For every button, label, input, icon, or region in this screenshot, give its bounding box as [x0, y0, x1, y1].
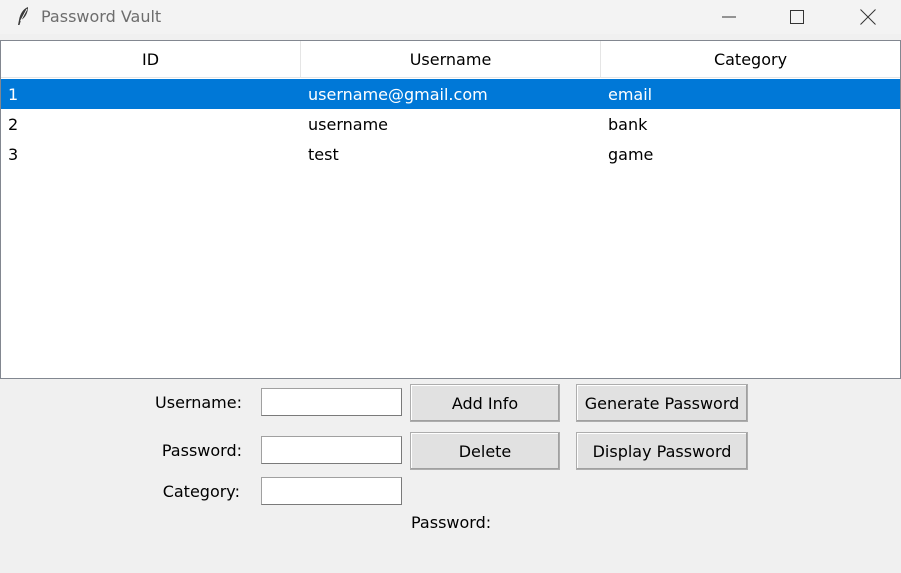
maximize-button[interactable]: [764, 0, 830, 34]
username-label: Username:: [155, 393, 242, 412]
cell-username: test: [308, 144, 339, 164]
minimize-icon: [722, 16, 736, 18]
close-button[interactable]: [835, 0, 901, 34]
title-bar: Password Vault: [0, 0, 901, 34]
minimize-button[interactable]: [696, 0, 762, 34]
cell-username: username@gmail.com: [308, 84, 488, 104]
table-header: ID Username Category: [1, 41, 900, 78]
cell-username: username: [308, 114, 388, 134]
table-row[interactable]: 2 username bank: [1, 109, 900, 139]
cell-id: 2: [8, 114, 19, 134]
window-title: Password Vault: [41, 7, 162, 26]
column-header-category[interactable]: Category: [601, 41, 900, 78]
password-input[interactable]: [261, 436, 402, 464]
delete-button[interactable]: Delete: [410, 432, 560, 470]
password-display-label: Password:: [411, 513, 492, 532]
cell-category: email: [608, 84, 653, 104]
cell-category: game: [608, 144, 654, 164]
table-row[interactable]: 3 test game: [1, 139, 900, 169]
cell-category: bank: [608, 114, 648, 134]
feather-icon: [14, 6, 34, 26]
cell-id: 3: [8, 144, 19, 164]
password-label: Password:: [161, 441, 242, 460]
category-label: Category:: [162, 482, 240, 501]
username-input[interactable]: [261, 388, 402, 416]
table-row[interactable]: 1 username@gmail.com email: [1, 79, 900, 109]
display-password-button[interactable]: Display Password: [576, 432, 748, 470]
close-icon: [860, 9, 876, 25]
add-info-button[interactable]: Add Info: [410, 384, 560, 422]
column-header-id[interactable]: ID: [1, 41, 301, 78]
password-table[interactable]: ID Username Category 1 username@gmail.co…: [0, 40, 901, 379]
cell-id: 1: [8, 84, 19, 104]
maximize-icon: [790, 10, 804, 24]
generate-password-button[interactable]: Generate Password: [576, 384, 748, 422]
table-body: 1 username@gmail.com email 2 username ba…: [1, 79, 900, 169]
column-header-username[interactable]: Username: [301, 41, 601, 78]
category-input[interactable]: [261, 477, 402, 505]
